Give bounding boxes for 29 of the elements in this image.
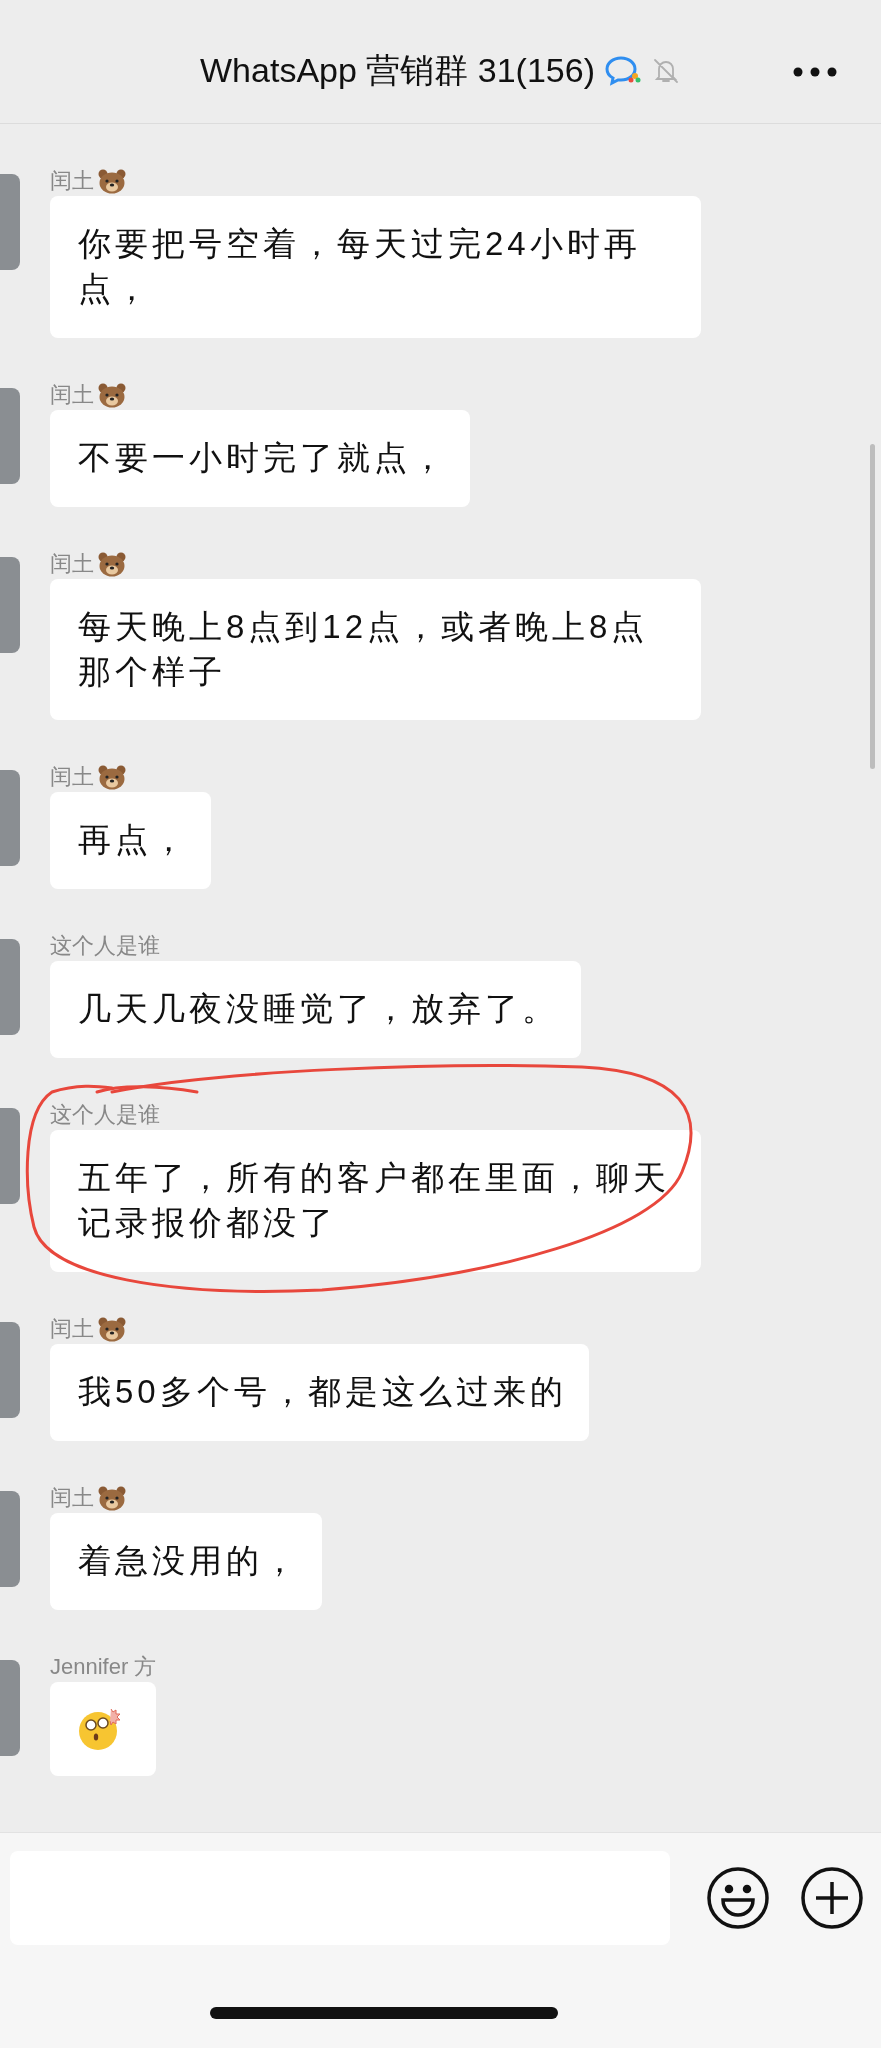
sender-name: 这个人是谁 [50, 1101, 160, 1130]
message-bubble: 五年了，所有的客户都在里面，聊天记录报价都没了 [50, 1130, 701, 1272]
message-bubble: 几天几夜没睡觉了，放弃了。 [50, 961, 581, 1059]
avatar-image[interactable] [0, 939, 20, 1036]
sender-name: 闰土 [50, 549, 94, 578]
more-options-icon[interactable] [793, 67, 837, 77]
plus-icon[interactable] [800, 1866, 864, 1930]
sender-name: 闰土 [50, 763, 94, 792]
emoji-icon[interactable] [706, 1866, 770, 1930]
avatar-image[interactable] [0, 770, 20, 867]
sender-name: 闰土 [50, 380, 94, 409]
avatar-image[interactable] [0, 556, 20, 653]
message-bubble: 再点， [50, 792, 211, 890]
sender-name: 闰土 [50, 167, 94, 195]
avatar-image[interactable] [0, 1659, 20, 1756]
message-bubble: 我50多个号，都是这么过来的 [50, 1343, 589, 1441]
avatar-image[interactable] [0, 1321, 20, 1418]
avatar-image[interactable] [0, 1108, 20, 1205]
sender-name: 闰土 [50, 1314, 94, 1343]
message-bubble: 着急没用的， [50, 1512, 322, 1610]
chat-title: WhatsApp 营销群 31(156) [200, 49, 595, 91]
sender-name: Jennifer 方 [50, 1652, 157, 1681]
sender-name: 闰土 [50, 1483, 94, 1512]
message-bubble: 你要把号空着，每天过完24小时再点， [50, 196, 701, 338]
message-bubble: 每天晚上8点到12点，或者晚上8点那个样子 [50, 578, 701, 721]
sender-name: 这个人是谁 [50, 932, 160, 961]
avatar-image[interactable] [0, 1490, 20, 1587]
avatar-image[interactable] [0, 387, 20, 484]
message-bubble: 不要一小时完了就点， [50, 409, 470, 507]
